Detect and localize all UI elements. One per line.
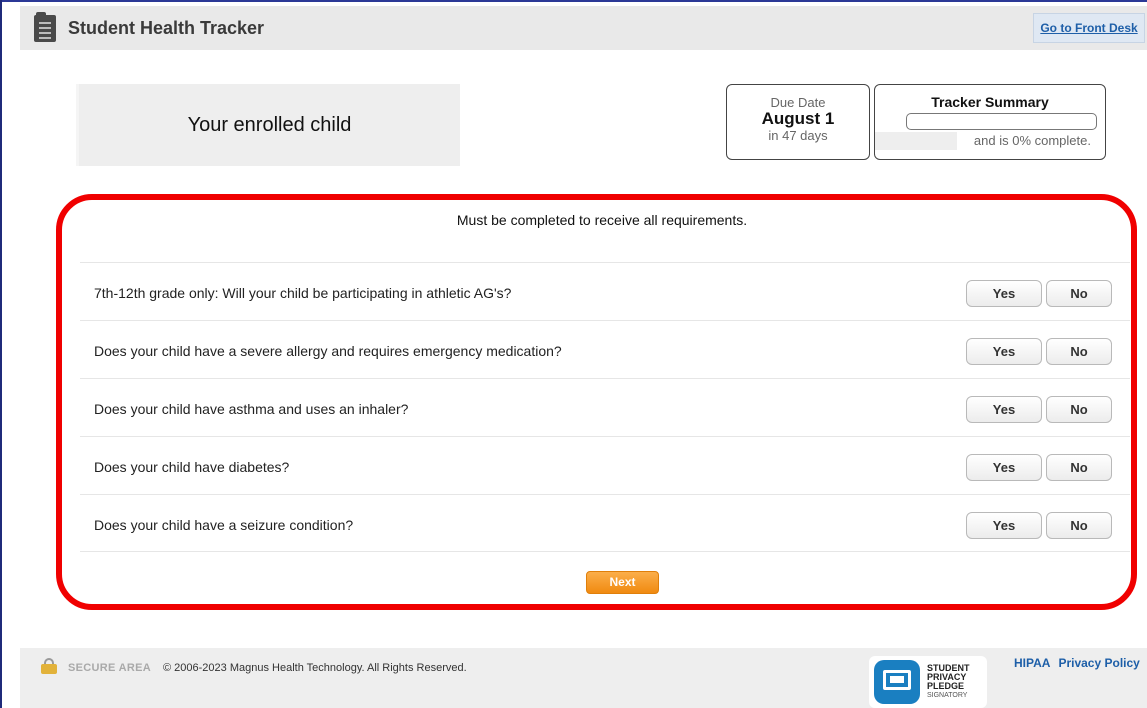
hipaa-link[interactable]: HIPAA [1014, 656, 1050, 670]
form-instruction: Must be completed to receive all require… [456, 212, 748, 228]
tracker-document-icon [34, 12, 56, 42]
tracker-summary-title: Tracker Summary [931, 94, 1049, 110]
yes-button[interactable]: Yes [966, 280, 1042, 307]
yes-button[interactable]: Yes [966, 396, 1042, 423]
question-row: 7th-12th grade only: Will your child be … [80, 262, 1130, 320]
question-text: Does your child have asthma and uses an … [94, 401, 409, 417]
due-date-value: August 1 [761, 109, 835, 128]
redacted-name-block [875, 132, 957, 150]
lock-icon [40, 658, 58, 674]
question-row: Does your child have a seizure condition… [80, 494, 1130, 552]
privacy-pledge-badge-icon [874, 660, 920, 704]
question-text: Does your child have a seizure condition… [94, 517, 354, 533]
yes-button[interactable]: Yes [966, 454, 1042, 481]
privacy-policy-link[interactable]: Privacy Policy [1058, 656, 1139, 670]
app-header: Student Health Tracker Go to Front Desk [20, 6, 1147, 50]
pledge-text: STUDENT PRIVACY PLEDGE SIGNATORY [927, 664, 970, 700]
enrolled-child-label: Your enrolled child [187, 114, 352, 136]
window-left-border [0, 0, 2, 708]
question-list: 7th-12th grade only: Will your child be … [80, 262, 1130, 552]
question-text: Does your child have diabetes? [94, 459, 290, 475]
tracker-summary-card: Tracker Summary and is 0% complete. [874, 84, 1106, 160]
due-date-card: Due Date August 1 in 47 days [726, 84, 870, 160]
no-button[interactable]: No [1046, 396, 1112, 423]
question-text: Does your child have a severe allergy an… [94, 343, 562, 359]
due-date-label: Due Date [770, 95, 826, 110]
app-title: Student Health Tracker [68, 18, 265, 38]
yes-button[interactable]: Yes [966, 338, 1042, 365]
pledge-line: SIGNATORY [927, 692, 968, 699]
student-privacy-pledge-badge[interactable]: STUDENT PRIVACY PLEDGE SIGNATORY [869, 656, 987, 708]
question-row: Does your child have diabetes? Yes No [80, 436, 1130, 494]
no-button[interactable]: No [1046, 512, 1112, 539]
question-text: 7th-12th grade only: Will your child be … [94, 285, 512, 301]
yes-button[interactable]: Yes [966, 512, 1042, 539]
page-footer: SECURE AREA © 2006-2023 Magnus Health Te… [20, 648, 1147, 708]
next-button[interactable]: Next [586, 571, 659, 594]
tracker-status-text: and is 0% complete. [973, 133, 1091, 148]
pledge-line: PLEDGE [927, 681, 965, 691]
due-days-remaining: in 47 days [768, 128, 828, 143]
question-row: Does your child have asthma and uses an … [80, 378, 1130, 436]
enrolled-child-panel[interactable]: Your enrolled child [76, 84, 460, 166]
no-button[interactable]: No [1046, 338, 1112, 365]
no-button[interactable]: No [1046, 454, 1112, 481]
copyright-text: © 2006-2023 Magnus Health Technology. Al… [163, 662, 467, 674]
footer-links: HIPAA Privacy Policy [1014, 656, 1147, 670]
no-button[interactable]: No [1046, 280, 1112, 307]
tracker-progress-bar [906, 113, 1097, 130]
question-row: Does your child have a severe allergy an… [80, 320, 1130, 378]
secure-area-label: SECURE AREA [68, 662, 151, 674]
window-top-border [0, 0, 1147, 2]
go-to-front-desk-link[interactable]: Go to Front Desk [1033, 13, 1145, 43]
